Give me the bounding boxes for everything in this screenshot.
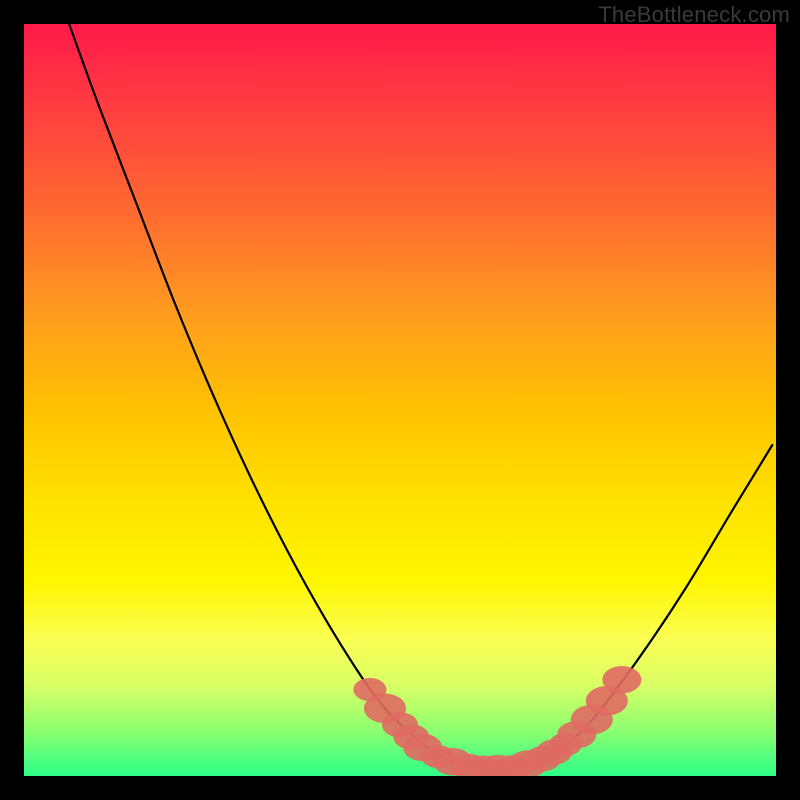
curve-line <box>69 24 772 768</box>
watermark-label: TheBottleneck.com <box>598 2 790 28</box>
chart-svg <box>24 24 776 776</box>
marker-dot <box>602 666 641 693</box>
highlight-markers <box>353 666 641 776</box>
